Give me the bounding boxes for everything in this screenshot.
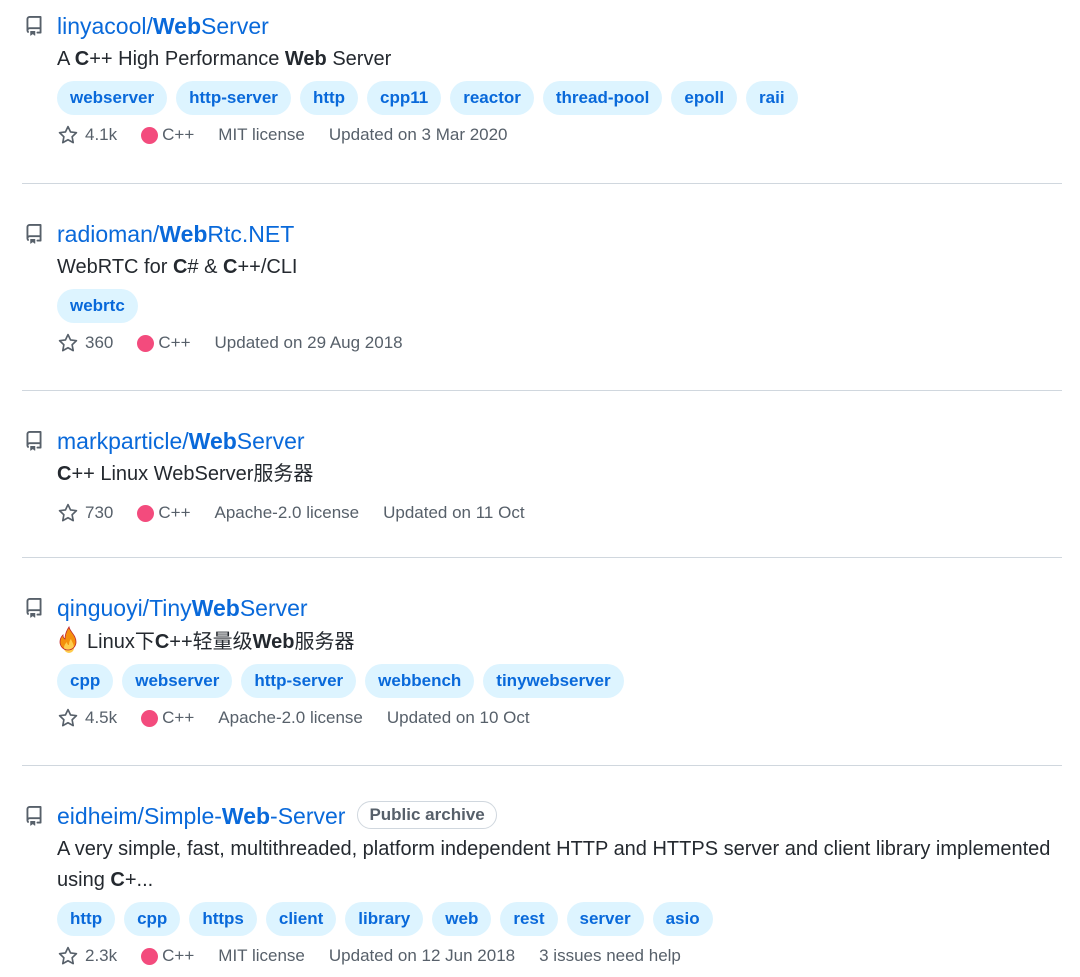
stars-link[interactable]: 730 — [57, 502, 113, 524]
updated-date: Updated on 10 Oct — [386, 708, 530, 727]
topic-tag[interactable]: thread-pool — [542, 81, 663, 115]
repo-name-link[interactable]: radioman/WebRtc.NET — [57, 218, 294, 250]
repo-name-link[interactable]: linyacool/WebServer — [57, 10, 269, 42]
topic-tag[interactable]: reactor — [450, 81, 534, 115]
stars-link[interactable]: 4.1k — [57, 124, 117, 146]
license: Apache-2.0 license — [214, 503, 360, 522]
star-icon — [58, 333, 78, 352]
star-icon — [58, 946, 78, 965]
license: MIT license — [218, 946, 305, 965]
topic-tag[interactable]: webserver — [122, 664, 233, 698]
language: C++ — [141, 708, 194, 728]
repo-description: Linux下C++轻量级Web服务器 — [57, 626, 1062, 658]
repo-name-link[interactable]: markparticle/WebServer — [57, 425, 305, 457]
updated-date: Updated on 29 Aug 2018 — [214, 333, 403, 352]
stars-count: 4.5k — [85, 708, 118, 727]
repo-icon — [26, 224, 42, 244]
language-color-dot — [141, 126, 159, 144]
topic-tag[interactable]: cpp11 — [367, 81, 442, 115]
topic-tag[interactable]: raii — [746, 81, 798, 115]
repo-item: markparticle/WebServer C++ Linux WebServ… — [22, 425, 1062, 558]
star-icon — [58, 708, 78, 727]
topic-list: webrtc — [57, 289, 1062, 323]
stars-link[interactable]: 360 — [57, 332, 113, 354]
topic-list: cpp webserver http-server webbench tinyw… — [57, 664, 1062, 698]
repo-meta: 360 C++ Updated on 29 Aug 2018 — [57, 330, 1062, 356]
language-label: C++ — [162, 125, 195, 144]
star-icon — [58, 125, 78, 144]
repo-meta: 4.1k C++ MIT license Updated on 3 Mar 20… — [57, 122, 1062, 148]
stars-count: 360 — [85, 333, 114, 352]
help-wanted-issues-link[interactable]: 3 issues need help — [539, 946, 681, 966]
language-label: C++ — [158, 503, 191, 522]
topic-tag[interactable]: https — [189, 902, 257, 936]
public-archive-badge: Public archive — [357, 800, 497, 829]
topic-tag[interactable]: library — [345, 902, 424, 936]
repo-meta: 2.3k C++ MIT license Updated on 12 Jun 2… — [57, 943, 1062, 969]
language-color-dot — [137, 334, 155, 352]
topic-tag[interactable]: asio — [652, 902, 713, 936]
language-label: C++ — [162, 708, 195, 727]
topic-tag[interactable]: epoll — [671, 81, 738, 115]
language-label: C++ — [158, 333, 191, 352]
topic-tag[interactable]: server — [566, 902, 644, 936]
topic-list: webserver http-server http cpp11 reactor… — [57, 81, 1062, 115]
repo-item: linyacool/WebServer A C++ High Performan… — [22, 10, 1062, 184]
repo-item: radioman/WebRtc.NET WebRTC for C# & C++/… — [22, 218, 1062, 391]
repo-description: C++ Linux WebServer服务器 — [57, 463, 314, 485]
language-label: C++ — [162, 946, 195, 965]
topic-tag[interactable]: cpp — [124, 902, 181, 936]
topic-list: http cpp https client library web rest s… — [57, 902, 1062, 936]
topic-tag[interactable]: webrtc — [57, 289, 138, 323]
repo-name-link[interactable]: qinguoyi/TinyWebServer — [57, 592, 308, 624]
stars-count: 4.1k — [85, 125, 118, 144]
topic-tag[interactable]: webbench — [365, 664, 475, 698]
repo-name-link[interactable]: eidheim/Simple-Web-Server — [57, 803, 345, 829]
repo-item: eidheim/Simple-Web-Server Public archive … — [22, 800, 1062, 977]
stars-count: 2.3k — [85, 946, 118, 965]
updated-date: Updated on 3 Mar 2020 — [328, 125, 508, 144]
language-color-dot — [137, 504, 155, 522]
fire-emoji-icon — [59, 626, 77, 653]
repo-description: WebRTC for C# & C++/CLI — [57, 256, 298, 278]
topic-tag[interactable]: http-server — [241, 664, 357, 698]
topic-tag[interactable]: http-server — [176, 81, 291, 115]
stars-link[interactable]: 2.3k — [57, 945, 117, 967]
repo-icon — [26, 806, 42, 826]
updated-date: Updated on 11 Oct — [383, 503, 525, 522]
language: C++ — [137, 333, 191, 353]
repo-title: eidheim/Simple-Web-Server Public archive — [57, 800, 497, 832]
topic-tag[interactable]: client — [265, 902, 337, 936]
topic-tag[interactable]: http — [299, 81, 359, 115]
repo-icon — [26, 431, 42, 451]
language: C++ — [137, 503, 191, 523]
updated-date: Updated on 12 Jun 2018 — [328, 946, 516, 965]
language-color-dot — [141, 947, 159, 965]
star-icon — [58, 503, 78, 522]
topic-tag[interactable]: rest — [500, 902, 558, 936]
repo-item: qinguoyi/TinyWebServer Linux下C++轻量级Web服务… — [22, 592, 1062, 766]
topic-tag[interactable]: tinywebserver — [483, 664, 624, 698]
license: MIT license — [218, 125, 305, 144]
stars-link[interactable]: 4.5k — [57, 707, 117, 729]
language: C++ — [141, 946, 194, 966]
repo-meta: 730 C++ Apache-2.0 license Updated on 11… — [57, 500, 1062, 526]
license: Apache-2.0 license — [218, 708, 363, 727]
language: C++ — [141, 125, 194, 145]
topic-tag[interactable]: http — [57, 902, 116, 936]
topic-tag[interactable]: cpp — [57, 664, 114, 698]
stars-count: 730 — [85, 503, 114, 522]
language-color-dot — [141, 709, 159, 727]
repo-icon — [26, 16, 42, 36]
repo-meta: 4.5k C++ Apache-2.0 license Updated on 1… — [57, 705, 1062, 731]
repo-description: A very simple, fast, multithreaded, plat… — [57, 838, 1051, 891]
repo-description: A C++ High Performance Web Server — [57, 48, 392, 70]
topic-tag[interactable]: webserver — [57, 81, 168, 115]
repo-icon — [26, 598, 42, 618]
topic-tag[interactable]: web — [432, 902, 492, 936]
